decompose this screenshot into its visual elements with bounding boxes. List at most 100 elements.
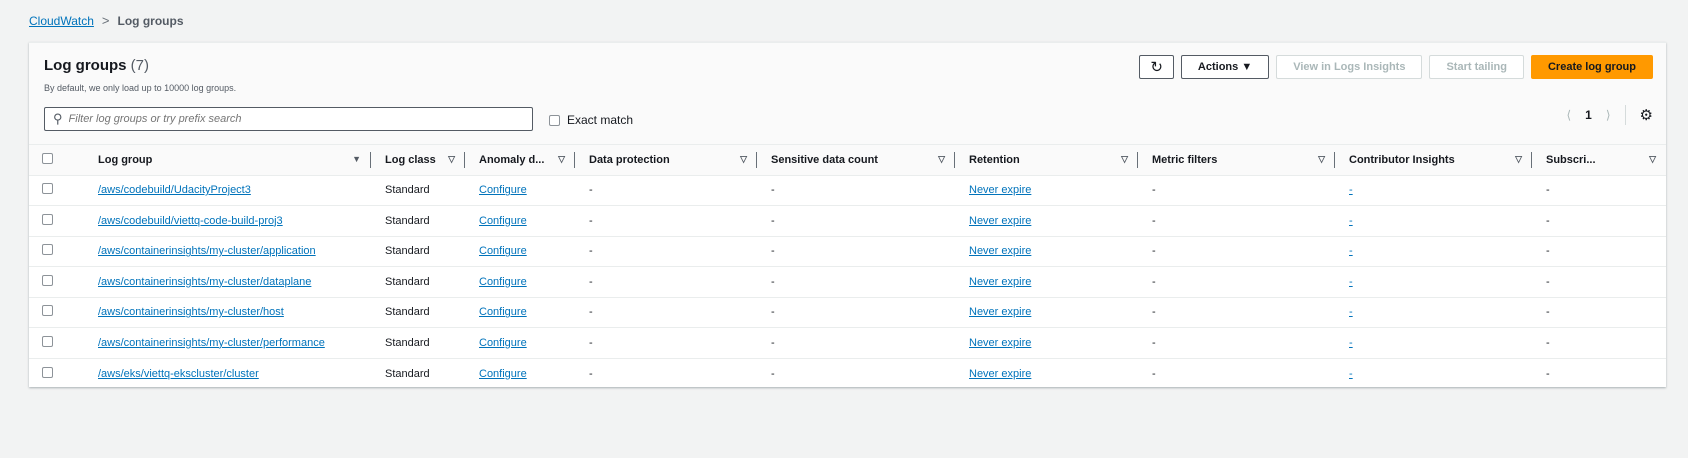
column-header[interactable]: Retention ▽	[955, 145, 1138, 176]
cell-link[interactable]: Never expire	[969, 306, 1031, 318]
cell-link[interactable]: Never expire	[969, 276, 1031, 288]
cell-link[interactable]: -	[1349, 368, 1353, 380]
cell-anomaly: Configure	[465, 358, 575, 389]
cell-link[interactable]: Never expire	[969, 337, 1031, 349]
row-checkbox[interactable]	[42, 366, 53, 378]
cell-text: -	[771, 275, 775, 288]
cell-text: -	[1546, 184, 1550, 197]
table-row[interactable]: /aws/eks/viettq-ekscluster/cluster Standa…	[29, 358, 1666, 389]
row-select[interactable]	[29, 297, 84, 328]
cell-link[interactable]: Never expire	[969, 184, 1031, 196]
cell-mf: -	[1138, 297, 1335, 328]
cell-ret: Never expire	[955, 327, 1138, 359]
cell-link[interactable]: Never expire	[969, 215, 1031, 227]
column-header[interactable]: Data protection ▽	[575, 145, 757, 176]
cell-link[interactable]: Never expire	[969, 368, 1031, 380]
refresh-button[interactable]: ↻	[1139, 55, 1174, 79]
sort-icon[interactable]: ▽	[938, 154, 945, 165]
sort-icon[interactable]: ▽	[1649, 154, 1656, 165]
sort-icon[interactable]: ▽	[448, 154, 455, 165]
exact-match-label: Exact match	[567, 113, 634, 127]
table-row[interactable]: /aws/codebuild/UdacityProject3 Standard Co…	[29, 175, 1666, 206]
table-row[interactable]: /aws/codebuild/viettq-code-build-proj3 St…	[29, 205, 1666, 237]
cell-text: Standard	[385, 214, 430, 227]
cell-link[interactable]: Configure	[479, 337, 527, 349]
page-number[interactable]: 1	[1585, 108, 1592, 122]
sort-icon[interactable]: ▽	[740, 154, 747, 165]
start-tailing-button[interactable]: Start tailing	[1429, 55, 1524, 79]
row-select[interactable]	[29, 175, 84, 206]
column-header[interactable]: Log class ▽	[371, 145, 465, 176]
row-checkbox[interactable]	[42, 183, 53, 195]
select-all-checkbox[interactable]	[42, 152, 53, 164]
next-page-icon[interactable]: ⟩	[1606, 108, 1611, 122]
cell-link[interactable]: -	[1349, 184, 1353, 196]
cell-link[interactable]: Configure	[479, 245, 527, 257]
sort-icon[interactable]: ▽	[558, 154, 565, 165]
row-select[interactable]	[29, 358, 84, 389]
search-field[interactable]: ⚲	[44, 107, 533, 131]
exact-match-checkbox[interactable]	[549, 114, 560, 126]
column-header[interactable]: Metric filters ▽	[1138, 145, 1335, 176]
row-select[interactable]	[29, 266, 84, 298]
cell-link[interactable]: /aws/containerinsights/my-cluster/applic…	[98, 245, 316, 257]
table-row[interactable]: /aws/containerinsights/my-cluster/host St…	[29, 297, 1666, 328]
cell-ci: -	[1335, 205, 1532, 237]
row-checkbox[interactable]	[42, 335, 53, 347]
cell-link[interactable]: /aws/containerinsights/my-cluster/host	[98, 306, 284, 318]
row-select[interactable]	[29, 327, 84, 359]
column-header[interactable]: Sensitive data count ▽	[757, 145, 955, 176]
settings-gear-icon[interactable]: ⚙	[1640, 106, 1653, 124]
cell-link[interactable]: -	[1349, 306, 1353, 318]
cell-text: -	[1546, 306, 1550, 319]
page-title: Log groups (7)	[44, 57, 149, 74]
sort-icon[interactable]: ▼	[352, 154, 361, 164]
column-header[interactable]: Contributor Insights ▽	[1335, 145, 1532, 176]
sort-icon[interactable]: ▽	[1121, 154, 1128, 165]
create-log-group-button[interactable]: Create log group	[1530, 55, 1653, 79]
row-checkbox[interactable]	[42, 213, 53, 225]
cell-link[interactable]: -	[1349, 276, 1353, 288]
row-checkbox[interactable]	[42, 244, 53, 256]
cell-link[interactable]: /aws/codebuild/UdacityProject3	[98, 184, 251, 196]
cell-link[interactable]: -	[1349, 215, 1353, 227]
cell-link[interactable]: Never expire	[969, 245, 1031, 257]
cell-text: Standard	[385, 336, 430, 349]
cell-link[interactable]: Configure	[479, 368, 527, 380]
panel-header: Log groups (7) By default, we only load …	[29, 43, 1666, 145]
search-input[interactable]	[68, 113, 509, 125]
cell-link[interactable]: /aws/codebuild/viettq-code-build-proj3	[98, 215, 283, 227]
cell-link[interactable]: Configure	[479, 184, 527, 196]
row-checkbox[interactable]	[42, 305, 53, 317]
prev-page-icon[interactable]: ⟨	[1566, 108, 1571, 122]
cell-link[interactable]: Configure	[479, 276, 527, 288]
view-in-logs-insights-button[interactable]: View in Logs Insights	[1276, 55, 1423, 79]
cell-link[interactable]: Configure	[479, 306, 527, 318]
cell-link[interactable]: /aws/containerinsights/my-cluster/datapl…	[98, 276, 311, 288]
table-row[interactable]: /aws/containerinsights/my-cluster/applic…	[29, 236, 1666, 267]
row-checkbox[interactable]	[42, 274, 53, 286]
exact-match[interactable]: Exact match	[549, 113, 633, 127]
cell-link[interactable]: /aws/containerinsights/my-cluster/perfor…	[98, 337, 325, 349]
sort-icon[interactable]: ▽	[1515, 154, 1522, 165]
cell-dp: -	[575, 266, 757, 298]
cell-cls: Standard	[371, 358, 465, 389]
select-all[interactable]	[29, 145, 84, 176]
column-header[interactable]: Subscri... ▽	[1532, 145, 1666, 176]
row-select[interactable]	[29, 205, 84, 237]
cell-text: -	[1546, 214, 1550, 227]
column-header[interactable]: Anomaly d... ▽	[465, 145, 575, 176]
cell-link[interactable]: -	[1349, 337, 1353, 349]
cell-link[interactable]: Configure	[479, 215, 527, 227]
column-header[interactable]: Log group ▼	[84, 145, 371, 176]
table-row[interactable]: /aws/containerinsights/my-cluster/datapl…	[29, 266, 1666, 298]
actions-button[interactable]: Actions ▼	[1180, 55, 1270, 79]
table-row[interactable]: /aws/containerinsights/my-cluster/perfor…	[29, 327, 1666, 359]
cell-ci: -	[1335, 297, 1532, 328]
cell-link[interactable]: -	[1349, 245, 1353, 257]
row-select[interactable]	[29, 236, 84, 267]
column-label: Log class	[385, 153, 436, 166]
breadcrumb-cloudwatch[interactable]: CloudWatch	[29, 14, 94, 28]
cell-link[interactable]: /aws/eks/viettq-ekscluster/cluster	[98, 368, 259, 380]
sort-icon[interactable]: ▽	[1318, 154, 1325, 165]
